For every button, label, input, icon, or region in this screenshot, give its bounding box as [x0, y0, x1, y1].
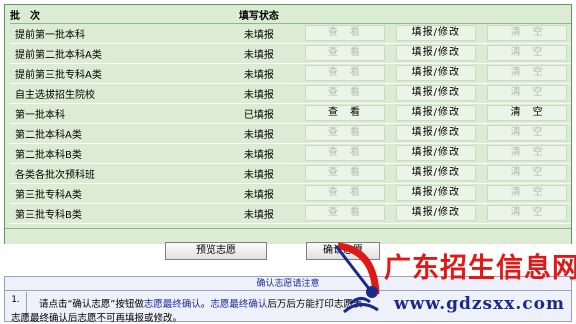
batch-name: 提前第三批专科A类	[10, 63, 221, 84]
clear-button[interactable]: 清 空	[487, 105, 568, 121]
preview-button[interactable]: 预览志愿	[165, 242, 267, 260]
batch-name: 第二批本科A类	[10, 123, 221, 144]
edit-button[interactable]: 填报/修改	[395, 25, 476, 41]
clear-button: 清 空	[487, 205, 568, 221]
view-button: 查 看	[304, 185, 385, 201]
satellite-dish-logo-icon	[334, 242, 380, 314]
clear-button: 清 空	[487, 85, 568, 101]
clear-button: 清 空	[487, 25, 568, 41]
clear-button: 清 空	[487, 185, 568, 201]
table-row: 自主选拔招生院校 未填报查 看填报/修改清 空	[10, 83, 571, 104]
status-text: 未填报	[220, 23, 297, 44]
table-row: 第一批本科 已填报查 看填报/修改清 空	[10, 103, 571, 124]
batch-name: 第一批本科	[10, 103, 221, 124]
view-button: 查 看	[304, 65, 385, 81]
batch-name: 第二批本科B类	[10, 143, 221, 164]
status-text: 未填报	[220, 123, 297, 144]
status-text: 未填报	[220, 83, 297, 104]
status-text: 未填报	[220, 203, 297, 224]
edit-button[interactable]: 填报/修改	[395, 105, 476, 121]
batch-table: 批 次 填写状态 提前第一批本科 未填报查 看填报/修改清 空提前第二批本科A类未…	[10, 6, 571, 224]
clear-button: 清 空	[487, 45, 568, 61]
edit-button[interactable]: 填报/修改	[395, 65, 476, 81]
edit-button[interactable]: 填报/修改	[395, 205, 476, 221]
table-row: 提前第一批本科 未填报查 看填报/修改清 空	[10, 23, 571, 44]
view-button: 查 看	[304, 125, 385, 141]
view-button: 查 看	[304, 25, 385, 41]
edit-button[interactable]: 填报/修改	[395, 125, 476, 141]
table-row: 第二批本科B类 未填报查 看填报/修改清 空	[10, 143, 571, 164]
table-row: 第三批专科A类 未填报查 看填报/修改清 空	[10, 183, 571, 204]
table-row: 第二批本科A类 未填报查 看填报/修改清 空	[10, 123, 571, 144]
watermark-url: www.gdzsxx.com	[394, 294, 565, 314]
batch-name: 自主选拔招生院校	[10, 83, 221, 104]
status-text: 未填报	[220, 43, 297, 64]
status-text: 未填报	[220, 63, 297, 84]
clear-button: 清 空	[487, 125, 568, 141]
batch-name: 第三批专科A类	[10, 183, 221, 204]
notice-line-2: 志愿最终确认后志愿不可再填报或修改。	[11, 313, 183, 324]
watermark-site-name: 广东招生信息网	[384, 253, 576, 284]
header-status: 填写状态	[220, 6, 297, 24]
view-button: 查 看	[304, 165, 385, 181]
clear-button: 清 空	[487, 145, 568, 161]
header-batch: 批 次	[10, 6, 221, 24]
edit-button[interactable]: 填报/修改	[395, 165, 476, 181]
clear-button: 清 空	[487, 65, 568, 81]
view-button: 查 看	[304, 205, 385, 221]
table-row: 提前第二批本科A类 未填报查 看填报/修改清 空	[10, 43, 571, 64]
edit-button[interactable]: 填报/修改	[395, 185, 476, 201]
table-header-row: 批 次 填写状态	[10, 6, 571, 24]
view-button[interactable]: 查 看	[304, 105, 385, 121]
batch-name: 各类各批次预科班	[10, 163, 221, 184]
status-text: 未填报	[220, 163, 297, 184]
view-button: 查 看	[304, 85, 385, 101]
batch-name: 提前第二批本科A类	[10, 43, 221, 64]
notice-line-1: 请点击“确认志愿”按钮做志愿最终确认。志愿最终确认后万后方能打印志愿表	[39, 299, 363, 310]
table-row: 提前第三批专科A类 未填报查 看填报/修改清 空	[10, 63, 571, 84]
batch-name: 提前第一批本科	[10, 23, 221, 44]
edit-button[interactable]: 填报/修改	[395, 145, 476, 161]
clear-button: 清 空	[487, 165, 568, 181]
edit-button[interactable]: 填报/修改	[395, 85, 476, 101]
batch-panel: 批 次 填写状态 提前第一批本科 未填报查 看填报/修改清 空提前第二批本科A类未…	[4, 4, 572, 244]
edit-button[interactable]: 填报/修改	[395, 45, 476, 61]
status-text: 未填报	[220, 183, 297, 204]
view-button: 查 看	[304, 145, 385, 161]
status-text: 已填报	[220, 103, 297, 124]
view-button: 查 看	[304, 45, 385, 61]
status-text: 未填报	[220, 143, 297, 164]
watermark: 广东招生信息网 www.gdzsxx.com	[330, 232, 576, 324]
table-row: 各类各批次预科班 未填报查 看填报/修改清 空	[10, 163, 571, 184]
batch-name: 第三批专科B类	[10, 203, 221, 224]
table-row: 第三批专科B类 未填报查 看填报/修改清 空	[10, 203, 571, 224]
